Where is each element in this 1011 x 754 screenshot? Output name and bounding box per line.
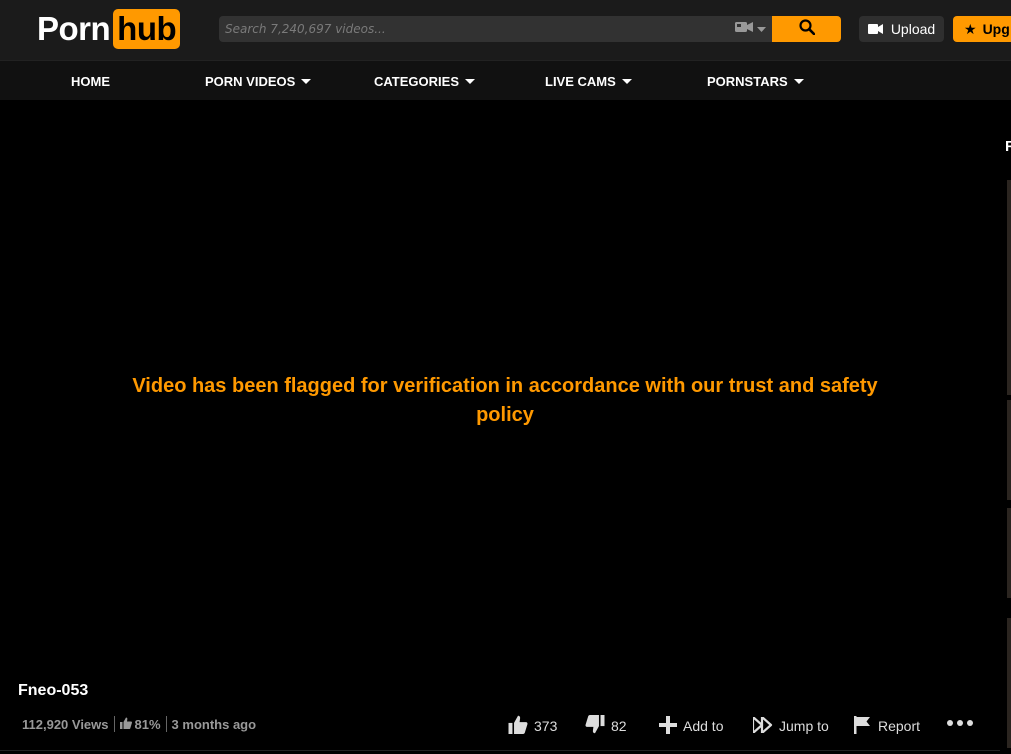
caret-down-icon [793,78,804,84]
chevron-down-icon [756,20,766,38]
thumbs-down-icon [585,715,605,737]
video-camera-icon [734,20,753,38]
video-meta: 112,920 Views 81% 3 months ago [22,715,256,733]
add-to-button[interactable]: Add to [659,712,723,740]
dot [957,720,963,726]
search-input[interactable] [219,16,728,42]
nav-item-categories[interactable]: CATEGORIES [374,61,475,101]
recommended-heading: R [1005,138,1011,155]
search-type-selector[interactable] [728,16,772,42]
report-button[interactable]: Report [854,712,920,740]
report-label: Report [878,718,921,734]
dot [947,720,953,726]
dislike-button[interactable]: 82 [585,712,627,740]
recommended-thumbnail[interactable] [1007,400,1011,500]
nav-item-home[interactable]: HOME [71,61,110,101]
plus-icon [659,715,677,737]
search-button[interactable] [772,16,841,42]
divider [0,750,1000,751]
more-options-icon[interactable] [947,720,973,726]
caret-down-icon [301,78,312,84]
main-nav: HOME PORN VIDEOS CATEGORIES LIVE CAMS PO… [0,60,1011,100]
thumbs-up-icon [119,717,132,732]
nav-item-label: LIVE CAMS [545,73,616,89]
view-count: 112,920 Views [22,716,109,732]
upload-button[interactable]: Upload [859,16,944,42]
flag-icon [854,715,872,737]
jump-to-label: Jump to [779,718,829,734]
add-to-label: Add to [683,718,724,734]
upload-label: Upload [890,21,936,37]
nav-item-porn-videos[interactable]: PORN VIDEOS [205,61,312,101]
dot [967,720,973,726]
search-bar [219,16,772,42]
video-title: Fneo-053 [18,682,89,699]
star-icon: ★ [964,20,977,37]
recommended-thumbnail[interactable] [1007,180,1011,395]
nav-item-label: PORNSTARS [707,73,788,89]
jump-to-button[interactable]: Jump to [751,712,829,740]
site-header: Porn hub Upload ★ Upg [0,0,1011,60]
flagged-message: Video has been flagged for verification … [132,375,878,426]
logo-text-left: Porn [37,10,111,47]
nav-item-label: HOME [71,73,110,89]
dislike-count: 82 [611,718,627,734]
logo-text-right: hub [113,9,181,49]
upgrade-label: Upg [982,21,1010,37]
recommended-thumbnail[interactable] [1007,618,1011,748]
like-count: 373 [534,718,558,734]
fast-forward-icon [751,715,773,736]
divider [113,716,115,732]
caret-down-icon [621,78,632,84]
upload-age: 3 months ago [171,716,257,732]
site-logo[interactable]: Porn hub [37,9,181,49]
like-button[interactable]: 373 [508,712,557,740]
video-player[interactable]: Video has been flagged for verification … [0,100,1000,680]
search-icon [798,18,815,40]
nav-item-live-cams[interactable]: LIVE CAMS [545,61,632,101]
divider [165,716,167,732]
nav-item-pornstars[interactable]: PORNSTARS [707,61,804,101]
video-camera-icon [867,21,883,37]
caret-down-icon [465,78,475,84]
recommended-thumbnail[interactable] [1007,508,1011,598]
rating-percent: 81% [134,716,161,732]
upgrade-button[interactable]: ★ Upg [953,16,1011,42]
nav-item-label: CATEGORIES [374,73,459,89]
nav-item-label: PORN VIDEOS [205,73,296,89]
thumbs-up-icon [508,715,528,737]
